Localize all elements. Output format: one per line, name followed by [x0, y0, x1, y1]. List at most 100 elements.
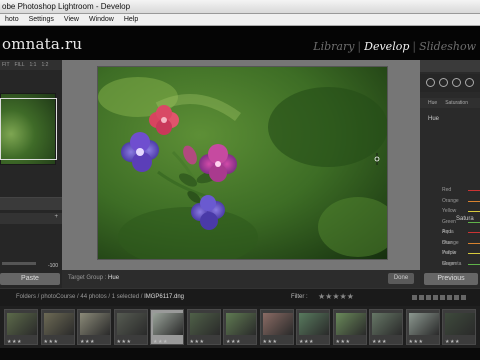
- thumbnail-image: [226, 313, 256, 335]
- paste-label: Paste: [21, 275, 39, 282]
- filter-label-icon[interactable]: [433, 295, 438, 300]
- hue-slider-label: Green: [442, 218, 456, 225]
- filter-stars[interactable]: ★★★★★: [318, 292, 354, 301]
- graduated-filter-icon[interactable]: [465, 78, 474, 87]
- saturation-slider-track[interactable]: [468, 242, 480, 244]
- target-group-value[interactable]: Hue: [108, 275, 119, 281]
- zoom-1-1[interactable]: 1:1: [30, 62, 37, 68]
- thumbnail-rating: ★★★: [153, 339, 168, 345]
- menu-window[interactable]: Window: [84, 14, 119, 26]
- thumbnail-rating: ★★★: [80, 339, 95, 345]
- filmstrip-thumbnail[interactable]: ★★★: [40, 309, 75, 345]
- thumbnail-image: [116, 313, 147, 335]
- saturation-slider-green[interactable]: Green: [420, 259, 480, 270]
- filmstrip-thumbnail[interactable]: ★★★: [150, 309, 184, 345]
- hue-slider-orange[interactable]: Orange: [420, 196, 480, 207]
- identity-plate: omnata.ru Library | Develop | Slideshow: [0, 26, 480, 60]
- main-workspace: Target Group : Hue Done: [62, 60, 420, 288]
- spot-removal-icon[interactable]: [439, 78, 448, 87]
- red-eye-icon[interactable]: [452, 78, 461, 87]
- left-slider-value: -100: [47, 263, 58, 269]
- filter-label-icon[interactable]: [440, 295, 445, 300]
- hue-slider-red[interactable]: Red: [420, 185, 480, 196]
- module-separator: |: [412, 40, 417, 53]
- presets-panel-header[interactable]: [0, 197, 62, 210]
- thumbnail-image: [262, 313, 293, 335]
- thumbnail-image: [189, 313, 220, 335]
- thumbnail-image: [80, 313, 110, 335]
- filmstrip-thumbnail[interactable]: ★★★: [442, 309, 476, 345]
- filmstrip-thumbnail[interactable]: ★★★: [223, 309, 257, 345]
- left-slider[interactable]: [2, 262, 36, 265]
- filter-label: Filter :: [291, 294, 308, 300]
- filter-label-icon[interactable]: [454, 295, 459, 300]
- hue-slider-yellow[interactable]: Yellow: [420, 206, 480, 217]
- filter-label-icon[interactable]: [419, 295, 424, 300]
- filmstrip-thumbnail[interactable]: ★★★: [332, 309, 367, 345]
- filmstrip-source[interactable]: Folders / photoCourse / 44 photos / 1 se…: [16, 294, 184, 300]
- filmstrip-thumbnail[interactable]: ★★★: [113, 309, 148, 345]
- snapshots-panel-header[interactable]: +: [0, 213, 62, 224]
- toolbar: Target Group : Hue Done: [62, 270, 420, 288]
- navigator-view-box[interactable]: [0, 98, 57, 160]
- navigator-preview[interactable]: [0, 93, 57, 165]
- filter-label-icon[interactable]: [461, 295, 466, 300]
- hue-slider-track[interactable]: [468, 190, 480, 191]
- done-button[interactable]: Done: [388, 273, 414, 284]
- hue-slider-track[interactable]: [468, 211, 480, 212]
- module-develop[interactable]: Develop: [364, 40, 409, 53]
- hue-slider-label: Orange: [442, 197, 459, 204]
- navigator-header: FIT FILL 1:1 1:2: [0, 60, 62, 70]
- hue-slider-label: Red: [442, 187, 452, 193]
- zoom-1-2[interactable]: 1:2: [41, 62, 48, 68]
- thumbnail-image: [7, 313, 37, 335]
- hue-slider-track[interactable]: [468, 200, 480, 202]
- filmstrip-thumbnail[interactable]: ★★★: [259, 309, 294, 345]
- thumbnail-rating: ★★★: [262, 339, 278, 345]
- module-picker: Library | Develop | Slideshow: [313, 40, 476, 53]
- saturation-slider-track[interactable]: [468, 253, 480, 254]
- filter-label-icon[interactable]: [412, 295, 417, 300]
- add-snapshot-icon[interactable]: +: [54, 214, 58, 220]
- saturation-slider-track[interactable]: [468, 232, 480, 233]
- tool-strip: [420, 74, 480, 92]
- saturation-slider-label: Green: [442, 260, 456, 267]
- filmstrip-thumbnail[interactable]: ★★★: [369, 309, 403, 345]
- brand-text: omnata.ru: [2, 35, 83, 53]
- thumbnail-image: [43, 313, 74, 335]
- target-group[interactable]: Target Group : Hue: [68, 275, 119, 281]
- saturation-slider-track[interactable]: [468, 263, 480, 265]
- filter-color-labels[interactable]: [412, 295, 466, 300]
- module-library[interactable]: Library: [313, 40, 354, 53]
- menu-settings[interactable]: Settings: [24, 14, 59, 26]
- thumbnail-rating: ★★★: [372, 339, 387, 345]
- tab-saturation[interactable]: Saturation: [445, 100, 468, 106]
- menu-help[interactable]: Help: [119, 14, 143, 26]
- previous-button[interactable]: Previous: [424, 273, 478, 285]
- tab-hue[interactable]: Hue: [428, 100, 437, 106]
- filter-label-icon[interactable]: [426, 295, 431, 300]
- flower-photo: [98, 67, 387, 259]
- saturation-slider-yellow[interactable]: Yellow: [420, 248, 480, 259]
- paste-button[interactable]: Paste: [0, 273, 60, 285]
- crop-tool-icon[interactable]: [426, 78, 435, 87]
- zoom-fit[interactable]: FIT: [2, 62, 10, 68]
- menu-view[interactable]: View: [59, 14, 84, 26]
- photo-preview[interactable]: [97, 66, 388, 260]
- thumbnail-image: [299, 313, 329, 335]
- module-slideshow[interactable]: Slideshow: [419, 40, 476, 53]
- thumbnail-rating: ★★★: [408, 339, 424, 345]
- thumbnail-rating: ★★★: [43, 339, 59, 345]
- filmstrip-thumbnail[interactable]: ★★★: [77, 309, 111, 345]
- filter-label-icon[interactable]: [447, 295, 452, 300]
- filmstrip-thumbnail[interactable]: ★★★: [296, 309, 330, 345]
- saturation-slider-orange[interactable]: Orange: [420, 238, 480, 249]
- menu-photo[interactable]: hoto: [0, 14, 24, 26]
- filmstrip-thumbnail[interactable]: ★★★: [186, 309, 221, 345]
- current-file-name[interactable]: IMGP6117.dng: [144, 294, 184, 300]
- zoom-fill[interactable]: FILL: [15, 62, 25, 68]
- thumbnail-rating: ★★★: [445, 339, 460, 345]
- filmstrip-thumbnail[interactable]: ★★★: [4, 309, 38, 345]
- filmstrip-thumbnail[interactable]: ★★★: [405, 309, 440, 345]
- saturation-slider-red[interactable]: Red: [420, 227, 480, 238]
